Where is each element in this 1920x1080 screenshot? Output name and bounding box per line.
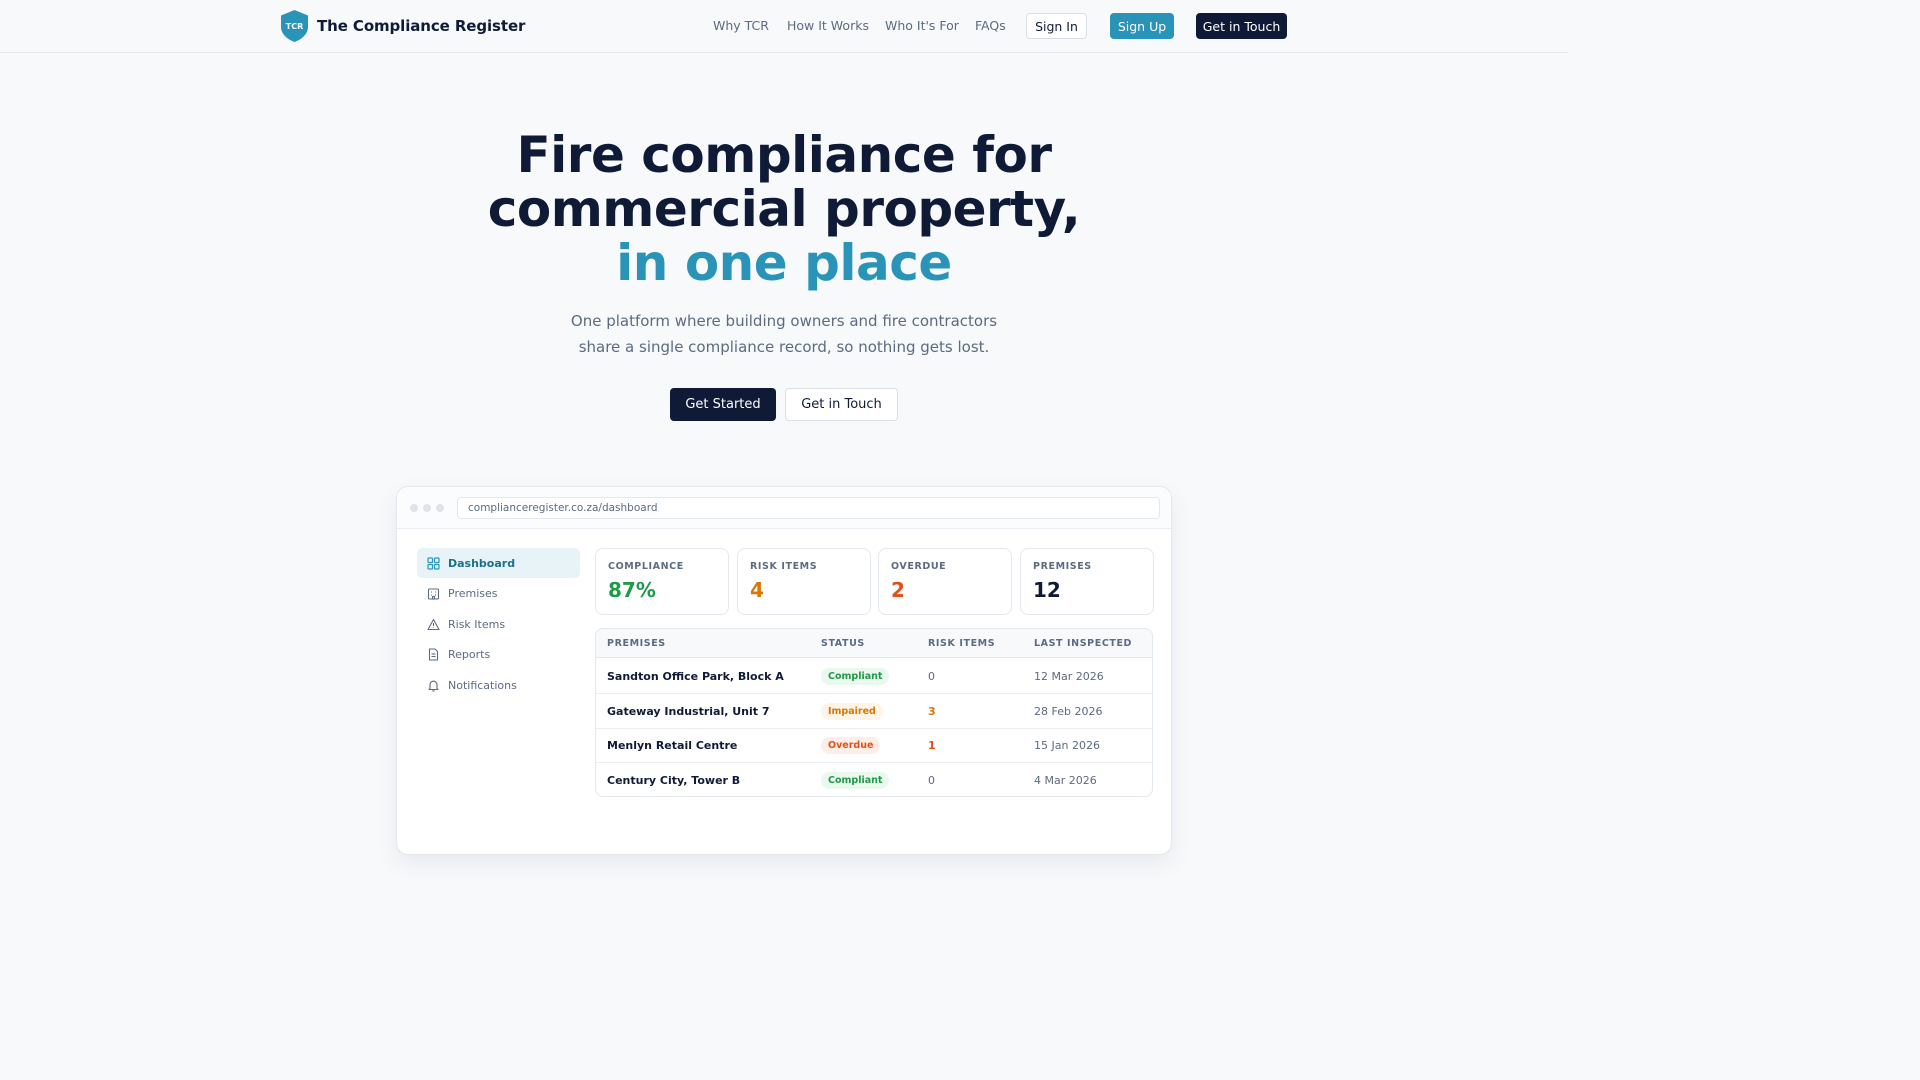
- premises-name[interactable]: Menlyn Retail Centre: [607, 739, 737, 752]
- stat-value: 4: [750, 578, 764, 602]
- browser-bar: complianceregister.co.za/dashboard: [397, 487, 1171, 529]
- stat-card-overdue: OVERDUE 2: [878, 548, 1012, 615]
- stat-card-risk-items: RISK ITEMS 4: [737, 548, 871, 615]
- risk-items-count: 0: [928, 774, 935, 787]
- get-in-touch-nav-button[interactable]: Get in Touch: [1196, 13, 1287, 39]
- get-started-button[interactable]: Get Started: [670, 388, 776, 421]
- last-inspected-date: 28 Feb 2026: [1034, 705, 1103, 718]
- sidebar-item-premises[interactable]: Premises: [417, 578, 580, 608]
- brand-link[interactable]: TCR The Compliance Register: [280, 9, 525, 43]
- sidebar-item-notifications[interactable]: Notifications: [417, 670, 580, 700]
- hero-title-line2: commercial property,: [487, 180, 1081, 238]
- stat-label: RISK ITEMS: [750, 561, 818, 572]
- status-badge: Impaired: [821, 703, 883, 720]
- hero-title: Fire compliance for commercial property,…: [0, 128, 1568, 290]
- status-badge: Overdue: [821, 737, 881, 754]
- premises-table: PREMISES STATUS RISK ITEMS LAST INSPECTE…: [595, 628, 1153, 797]
- table-header: PREMISES STATUS RISK ITEMS LAST INSPECTE…: [596, 629, 1152, 658]
- column-header-status[interactable]: STATUS: [821, 638, 865, 649]
- warning-icon: [427, 618, 440, 630]
- building-icon: [427, 587, 440, 600]
- stat-value: 12: [1033, 578, 1061, 602]
- last-inspected-date: 12 Mar 2026: [1034, 670, 1104, 683]
- dashboard-preview-window: complianceregister.co.za/dashboard Dashb…: [396, 486, 1172, 855]
- top-navigation: TCR The Compliance Register Why TCR How …: [0, 0, 1568, 53]
- column-header-premises[interactable]: PREMISES: [607, 638, 666, 649]
- table-row[interactable]: Century City, Tower B Compliant 0 4 Mar …: [596, 763, 1152, 796]
- shield-logo-icon: TCR: [281, 10, 308, 42]
- brand-name: The Compliance Register: [317, 17, 526, 35]
- nav-link-why-tcr[interactable]: Why TCR: [713, 18, 769, 33]
- sidebar-item-label: Dashboard: [448, 556, 516, 570]
- sidebar-item-reports[interactable]: Reports: [417, 639, 580, 669]
- document-icon: [428, 647, 439, 661]
- url-bar[interactable]: complianceregister.co.za/dashboard: [457, 497, 1160, 519]
- bell-icon: [428, 680, 439, 692]
- hero-subtitle: One platform where building owners and f…: [0, 309, 1568, 360]
- sidebar-item-risk-items[interactable]: Risk Items: [417, 609, 580, 639]
- premises-name[interactable]: Century City, Tower B: [607, 774, 740, 787]
- grid-icon: [427, 556, 440, 570]
- table-row[interactable]: Sandton Office Park, Block A Compliant 0…: [596, 659, 1152, 694]
- sign-up-button[interactable]: Sign Up: [1110, 13, 1174, 39]
- stat-value: 2: [891, 578, 905, 602]
- premises-name[interactable]: Sandton Office Park, Block A: [607, 670, 784, 683]
- sidebar-item-label: Premises: [448, 586, 498, 600]
- sidebar-item-label: Risk Items: [448, 617, 506, 631]
- stat-value: 87%: [608, 578, 656, 602]
- status-badge: Compliant: [821, 772, 890, 789]
- get-in-touch-hero-button[interactable]: Get in Touch: [785, 388, 898, 421]
- column-header-risk-items[interactable]: RISK ITEMS: [928, 638, 995, 649]
- sign-in-button[interactable]: Sign In: [1026, 13, 1087, 39]
- window-dot-icon: [436, 504, 444, 512]
- window-dot-icon: [423, 504, 431, 512]
- hero-title-accent: in one place: [616, 234, 952, 292]
- last-inspected-date: 15 Jan 2026: [1034, 739, 1100, 752]
- stat-label: COMPLIANCE: [608, 561, 684, 572]
- sidebar-item-label: Notifications: [448, 678, 517, 692]
- stat-label: PREMISES: [1033, 561, 1092, 572]
- nav-link-how-it-works[interactable]: How It Works: [787, 18, 869, 33]
- table-row[interactable]: Gateway Industrial, Unit 7 Impaired 3 28…: [596, 694, 1152, 729]
- nav-link-who-its-for[interactable]: Who It's For: [885, 18, 959, 33]
- window-dot-icon: [410, 504, 418, 512]
- hero-title-line1: Fire compliance for: [516, 126, 1052, 184]
- stat-card-compliance: COMPLIANCE 87%: [595, 548, 729, 615]
- nav-link-faqs[interactable]: FAQs: [975, 18, 1006, 33]
- last-inspected-date: 4 Mar 2026: [1034, 774, 1097, 787]
- column-header-last-inspected[interactable]: LAST INSPECTED: [1034, 638, 1132, 649]
- hero-subtitle-line2: share a single compliance record, so not…: [578, 337, 990, 356]
- hero-subtitle-line1: One platform where building owners and f…: [570, 312, 998, 330]
- sidebar-item-dashboard[interactable]: Dashboard: [417, 548, 580, 578]
- premises-name[interactable]: Gateway Industrial, Unit 7: [607, 705, 770, 718]
- risk-items-count: 1: [928, 739, 936, 752]
- risk-items-count: 0: [928, 670, 935, 683]
- stat-card-premises: PREMISES 12: [1020, 548, 1154, 615]
- stat-label: OVERDUE: [891, 561, 947, 572]
- sidebar-item-label: Reports: [448, 647, 491, 661]
- status-badge: Compliant: [821, 668, 890, 685]
- table-row[interactable]: Menlyn Retail Centre Overdue 1 15 Jan 20…: [596, 728, 1152, 763]
- brand-badge-text: TCR: [286, 22, 304, 31]
- risk-items-count: 3: [928, 705, 936, 718]
